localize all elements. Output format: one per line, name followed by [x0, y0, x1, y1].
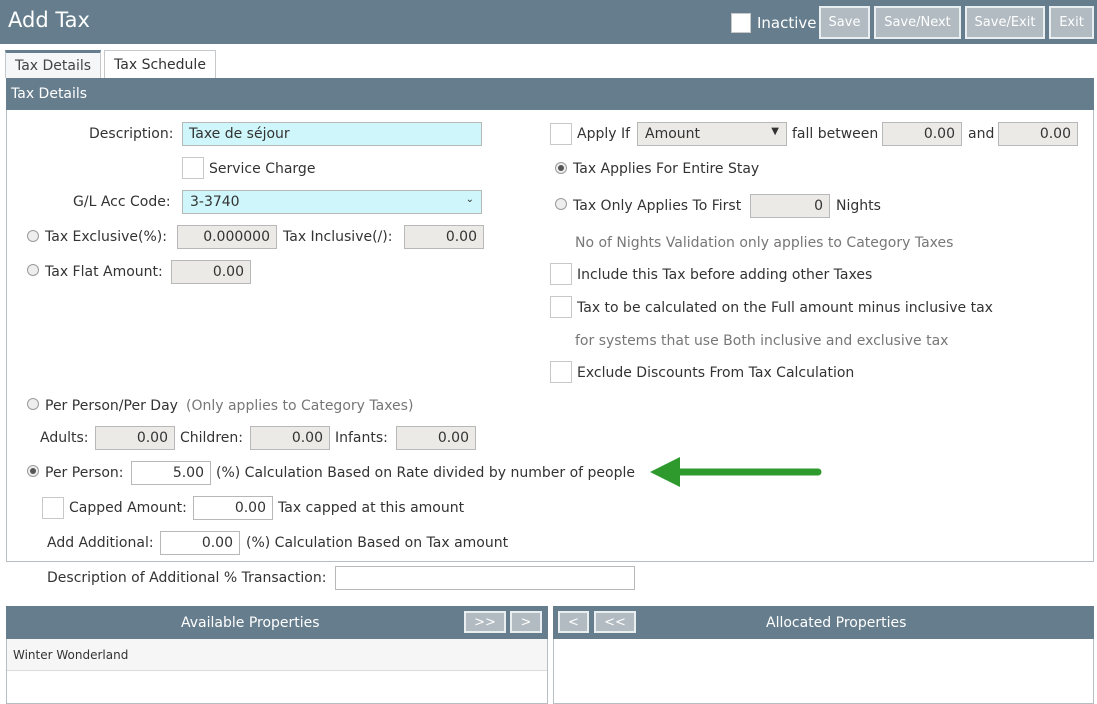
- gl-acc-code-label: G/L Acc Code:: [73, 194, 171, 210]
- save-button[interactable]: Save: [819, 6, 870, 39]
- save-next-button[interactable]: Save/Next: [874, 6, 961, 39]
- green-arrow-icon: [650, 457, 822, 487]
- capped-amount-checkbox[interactable]: [42, 497, 64, 519]
- tax-flat-amount-input[interactable]: 0.00: [171, 260, 251, 284]
- include-before-checkbox[interactable]: [550, 263, 572, 285]
- tab-tax-schedule[interactable]: Tax Schedule: [104, 50, 216, 78]
- add-additional-note: (%) Calculation Based on Tax amount: [246, 535, 509, 551]
- caret-down-icon: ▼: [771, 126, 779, 137]
- tax-exclusive-input[interactable]: 0.000000: [177, 225, 277, 249]
- first-nights-radio[interactable]: [555, 198, 567, 210]
- first-nights-label: Tax Only Applies To First: [573, 198, 742, 214]
- children-label: Children:: [180, 430, 243, 446]
- fall-between-label: fall between: [792, 126, 879, 142]
- first-nights-input[interactable]: 0: [750, 194, 830, 218]
- gl-acc-code-value: 3-3740: [190, 194, 240, 210]
- full-amount-label: Tax to be calculated on the Full amount …: [577, 300, 993, 316]
- allocated-properties-list: [553, 639, 1094, 704]
- description-input[interactable]: Taxe de séjour: [182, 122, 482, 146]
- exclude-discounts-checkbox[interactable]: [550, 361, 572, 383]
- entire-stay-label: Tax Applies For Entire Stay: [573, 161, 760, 177]
- nights-validation-note: No of Nights Validation only applies to …: [575, 235, 954, 251]
- apply-if-select[interactable]: Amount ▼: [637, 122, 787, 146]
- apply-if-label: Apply If: [577, 126, 631, 142]
- adults-input[interactable]: 0.00: [95, 426, 175, 450]
- service-charge-checkbox[interactable]: [182, 157, 204, 179]
- allocated-properties-title: Allocated Properties: [766, 615, 907, 631]
- save-exit-button[interactable]: Save/Exit: [965, 6, 1045, 39]
- capped-amount-input[interactable]: 0.00: [193, 496, 273, 520]
- per-person-radio[interactable]: [27, 465, 39, 477]
- per-person-label: Per Person:: [45, 465, 124, 481]
- full-amount-checkbox[interactable]: [550, 296, 572, 318]
- per-person-note: (%) Calculation Based on Rate divided by…: [216, 465, 635, 481]
- panel-header: Tax Details: [6, 78, 1094, 110]
- service-charge-label: Service Charge: [209, 161, 316, 177]
- capped-amount-label: Capped Amount:: [69, 500, 187, 516]
- per-person-input[interactable]: 5.00: [131, 461, 211, 485]
- add-all-button[interactable]: >>: [464, 611, 506, 633]
- description-label: Description:: [89, 126, 174, 142]
- list-item[interactable]: Winter Wonderland: [7, 639, 547, 671]
- tax-flat-amount-label: Tax Flat Amount:: [45, 264, 163, 280]
- inactive-label: Inactive: [757, 14, 817, 32]
- apply-if-value: Amount: [645, 126, 701, 142]
- desc-additional-input[interactable]: [335, 566, 635, 590]
- adults-label: Adults:: [40, 430, 89, 446]
- tax-inclusive-input[interactable]: 0.00: [404, 225, 484, 249]
- entire-stay-radio[interactable]: [555, 162, 567, 174]
- desc-additional-label: Description of Additional % Transaction:: [47, 570, 327, 586]
- apply-if-checkbox[interactable]: [550, 123, 572, 145]
- tax-flat-amount-radio[interactable]: [27, 264, 39, 276]
- per-person-per-day-radio[interactable]: [27, 398, 39, 410]
- fall-to-input[interactable]: 0.00: [998, 122, 1078, 146]
- include-before-label: Include this Tax before adding other Tax…: [577, 267, 873, 283]
- available-properties-list: Winter Wonderland: [6, 639, 548, 704]
- tab-tax-details[interactable]: Tax Details: [5, 50, 101, 78]
- tax-inclusive-label: Tax Inclusive(/):: [283, 229, 393, 245]
- per-person-per-day-label: Per Person/Per Day: [45, 398, 178, 414]
- add-additional-label: Add Additional:: [47, 535, 154, 551]
- exit-button[interactable]: Exit: [1049, 6, 1094, 39]
- add-button[interactable]: >: [510, 611, 542, 633]
- infants-label: Infants:: [335, 430, 388, 446]
- tax-exclusive-label: Tax Exclusive(%):: [45, 229, 167, 245]
- and-label: and: [968, 126, 995, 142]
- remove-all-button[interactable]: <<: [594, 611, 636, 633]
- available-properties-title: Available Properties: [181, 615, 320, 631]
- per-person-per-day-note: (Only applies to Category Taxes): [186, 398, 414, 414]
- capped-amount-note: Tax capped at this amount: [278, 500, 465, 516]
- chevron-down-icon: ⌄: [465, 194, 474, 205]
- inactive-checkbox[interactable]: [731, 13, 751, 33]
- remove-button[interactable]: <: [558, 611, 589, 633]
- exclude-discounts-label: Exclude Discounts From Tax Calculation: [577, 365, 855, 381]
- infants-input[interactable]: 0.00: [396, 426, 476, 450]
- tax-details-panel: [6, 78, 1094, 562]
- gl-acc-code-select[interactable]: 3-3740 ⌄: [182, 190, 482, 214]
- nights-label: Nights: [836, 198, 881, 214]
- tax-exclusive-radio[interactable]: [27, 230, 39, 242]
- fall-from-input[interactable]: 0.00: [882, 122, 962, 146]
- add-additional-input[interactable]: 0.00: [160, 531, 240, 555]
- full-amount-note: for systems that use Both inclusive and …: [575, 333, 949, 349]
- children-input[interactable]: 0.00: [250, 426, 330, 450]
- page-title: Add Tax: [8, 8, 90, 32]
